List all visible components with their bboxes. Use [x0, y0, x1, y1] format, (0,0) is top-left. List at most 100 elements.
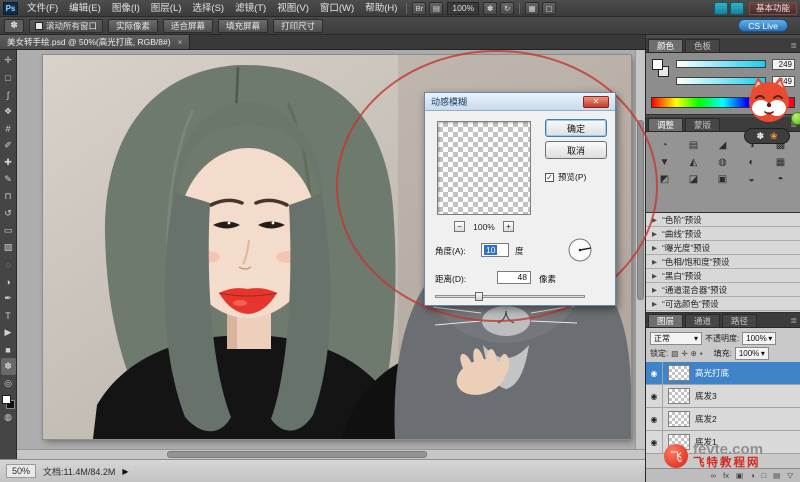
preset-levels[interactable]: ▶“色阶”预设	[646, 213, 800, 227]
menu-filter[interactable]: 滤镜(T)	[230, 0, 271, 17]
cs-live-button[interactable]: CS Live	[738, 19, 788, 32]
tab-masks[interactable]: 蒙版	[685, 118, 720, 131]
tab-layers[interactable]: 图层	[648, 314, 683, 327]
screen-mode-icon[interactable]: ▢	[542, 2, 556, 15]
shape-tool-icon[interactable]: ■	[1, 341, 16, 358]
dialog-titlebar[interactable]: 动感模糊 ✕	[425, 93, 615, 111]
hand-icon[interactable]: ✽	[483, 2, 497, 15]
bridge-icon[interactable]: Br	[412, 2, 426, 15]
angle-input[interactable]: 10	[481, 243, 509, 257]
view-extras-icon[interactable]: ▤	[429, 2, 443, 15]
move-tool-icon[interactable]: ✛	[1, 52, 16, 69]
zoom-percent-field[interactable]: 50%	[6, 464, 36, 478]
capture-tool-icon[interactable]	[714, 2, 728, 15]
scrollbar-thumb[interactable]	[167, 451, 427, 458]
path-selection-tool-icon[interactable]: ▶	[1, 324, 16, 341]
tab-channels[interactable]: 通道	[685, 314, 720, 327]
layer-row[interactable]: ◉ 底发3	[646, 385, 800, 408]
distance-input[interactable]: 48	[497, 271, 531, 284]
zoom-out-button[interactable]: −	[454, 221, 465, 232]
expand-arrow-icon[interactable]: ▶	[652, 300, 657, 308]
expand-arrow-icon[interactable]: ▶	[652, 244, 657, 252]
layer-thumbnail[interactable]	[668, 411, 690, 427]
fit-screen-button[interactable]: 适合屏幕	[163, 19, 213, 33]
opacity-field[interactable]: 100% ▾	[742, 332, 776, 345]
layer-row[interactable]: ◉ 高光打底	[646, 362, 800, 385]
delete-layer-icon[interactable]: ▽	[787, 471, 793, 480]
preset-black-white[interactable]: ▶“黑白”预设	[646, 269, 800, 283]
current-tool-icon[interactable]: ✽	[4, 19, 24, 33]
pen-tool-icon[interactable]: ✒	[1, 290, 16, 307]
rotate-view-icon[interactable]: ↻	[500, 2, 514, 15]
menu-layer[interactable]: 图层(L)	[146, 0, 187, 17]
preset-curves[interactable]: ▶“曲线”预设	[646, 227, 800, 241]
visibility-eye-icon[interactable]: ◉	[646, 408, 663, 431]
menu-select[interactable]: 选择(S)	[187, 0, 229, 17]
foreground-color-swatch[interactable]	[2, 395, 11, 404]
checkbox-icon[interactable]	[35, 22, 43, 30]
brightness-contrast-icon[interactable]: ◔	[650, 137, 679, 154]
fill-field[interactable]: 100% ▾	[735, 347, 769, 360]
layer-thumbnail[interactable]	[668, 365, 690, 381]
menu-file[interactable]: 文件(F)	[22, 0, 63, 17]
horizontal-scrollbar[interactable]	[17, 449, 645, 459]
crop-tool-icon[interactable]: #	[1, 120, 16, 137]
lock-all-icon[interactable]: ▪	[700, 349, 703, 358]
invert-icon[interactable]: ◩	[650, 171, 679, 188]
mascot-status-dot[interactable]	[791, 112, 800, 125]
eyedropper-tool-icon[interactable]: ✐	[1, 137, 16, 154]
type-tool-icon[interactable]: T	[1, 307, 16, 324]
color-slider[interactable]	[676, 60, 766, 68]
paw-icon[interactable]: ✽	[756, 131, 764, 142]
flower-icon[interactable]: ❀	[770, 131, 778, 142]
selective-color-icon[interactable]: ◓	[766, 171, 795, 188]
curves-icon[interactable]: ◢	[708, 137, 737, 154]
slider-thumb[interactable]	[475, 292, 483, 301]
preview-checkbox[interactable]: ✓ 预览(P)	[545, 171, 586, 183]
capture-tool-icon[interactable]	[730, 2, 744, 15]
ok-button[interactable]: 确定	[545, 119, 607, 137]
expand-arrow-icon[interactable]: ▶	[652, 216, 657, 224]
visibility-eye-icon[interactable]: ◉	[646, 431, 663, 454]
quick-mask-icon[interactable]: ◍	[1, 409, 16, 426]
preset-exposure[interactable]: ▶“曝光度”预设	[646, 241, 800, 255]
zoom-level-field[interactable]: 100%	[447, 2, 479, 15]
slider-track[interactable]	[435, 295, 585, 298]
arrange-documents-icon[interactable]: ▦	[525, 2, 539, 15]
eraser-tool-icon[interactable]: ▭	[1, 222, 16, 239]
fox-mascot[interactable]	[742, 74, 796, 129]
healing-brush-tool-icon[interactable]: ✚	[1, 154, 16, 171]
tab-color[interactable]: 颜色	[648, 39, 683, 52]
panel-menu-icon[interactable]: ≣	[790, 41, 800, 52]
document-tab[interactable]: 美女转手绘.psd @ 50%(高光打底, RGB/8#) ×	[0, 35, 190, 49]
visibility-eye-icon[interactable]: ◉	[646, 385, 663, 408]
scrollbar-thumb[interactable]	[637, 120, 644, 300]
marquee-tool-icon[interactable]: □	[1, 69, 16, 86]
layer-row[interactable]: ◉ 底发2	[646, 408, 800, 431]
clone-stamp-tool-icon[interactable]: ⊓	[1, 188, 16, 205]
gradient-tool-icon[interactable]: ▨	[1, 239, 16, 256]
scroll-all-windows-toggle[interactable]: 滚动所有窗口	[29, 19, 103, 33]
menu-help[interactable]: 帮助(H)	[360, 0, 402, 17]
menu-view[interactable]: 视图(V)	[272, 0, 314, 17]
status-menu-arrow-icon[interactable]: ▶	[122, 467, 128, 476]
panel-menu-icon[interactable]: ≣	[790, 316, 800, 327]
menu-image[interactable]: 图像(I)	[107, 0, 145, 17]
layer-style-icon[interactable]: fx	[723, 471, 729, 480]
foreground-color-swatch[interactable]	[652, 59, 663, 70]
blend-mode-select[interactable]: 正常 ▾	[650, 332, 702, 345]
hand-tool-icon[interactable]: ✽	[1, 358, 16, 375]
angle-dial[interactable]	[567, 237, 593, 265]
distance-slider[interactable]	[435, 292, 585, 301]
layer-thumbnail[interactable]	[668, 388, 690, 404]
hue-saturation-icon[interactable]: ▼	[650, 154, 679, 171]
black-white-icon[interactable]: ◍	[708, 154, 737, 171]
lasso-tool-icon[interactable]: ʃ	[1, 86, 16, 103]
blur-tool-icon[interactable]: ◌	[1, 256, 16, 273]
gradient-map-icon[interactable]: ◒	[737, 171, 766, 188]
expand-arrow-icon[interactable]: ▶	[652, 272, 657, 280]
visibility-eye-icon[interactable]: ◉	[646, 362, 663, 385]
threshold-icon[interactable]: ▣	[708, 171, 737, 188]
tab-swatches[interactable]: 色板	[685, 39, 720, 52]
preset-selective-color[interactable]: ▶“可选颜色”预设	[646, 297, 800, 311]
